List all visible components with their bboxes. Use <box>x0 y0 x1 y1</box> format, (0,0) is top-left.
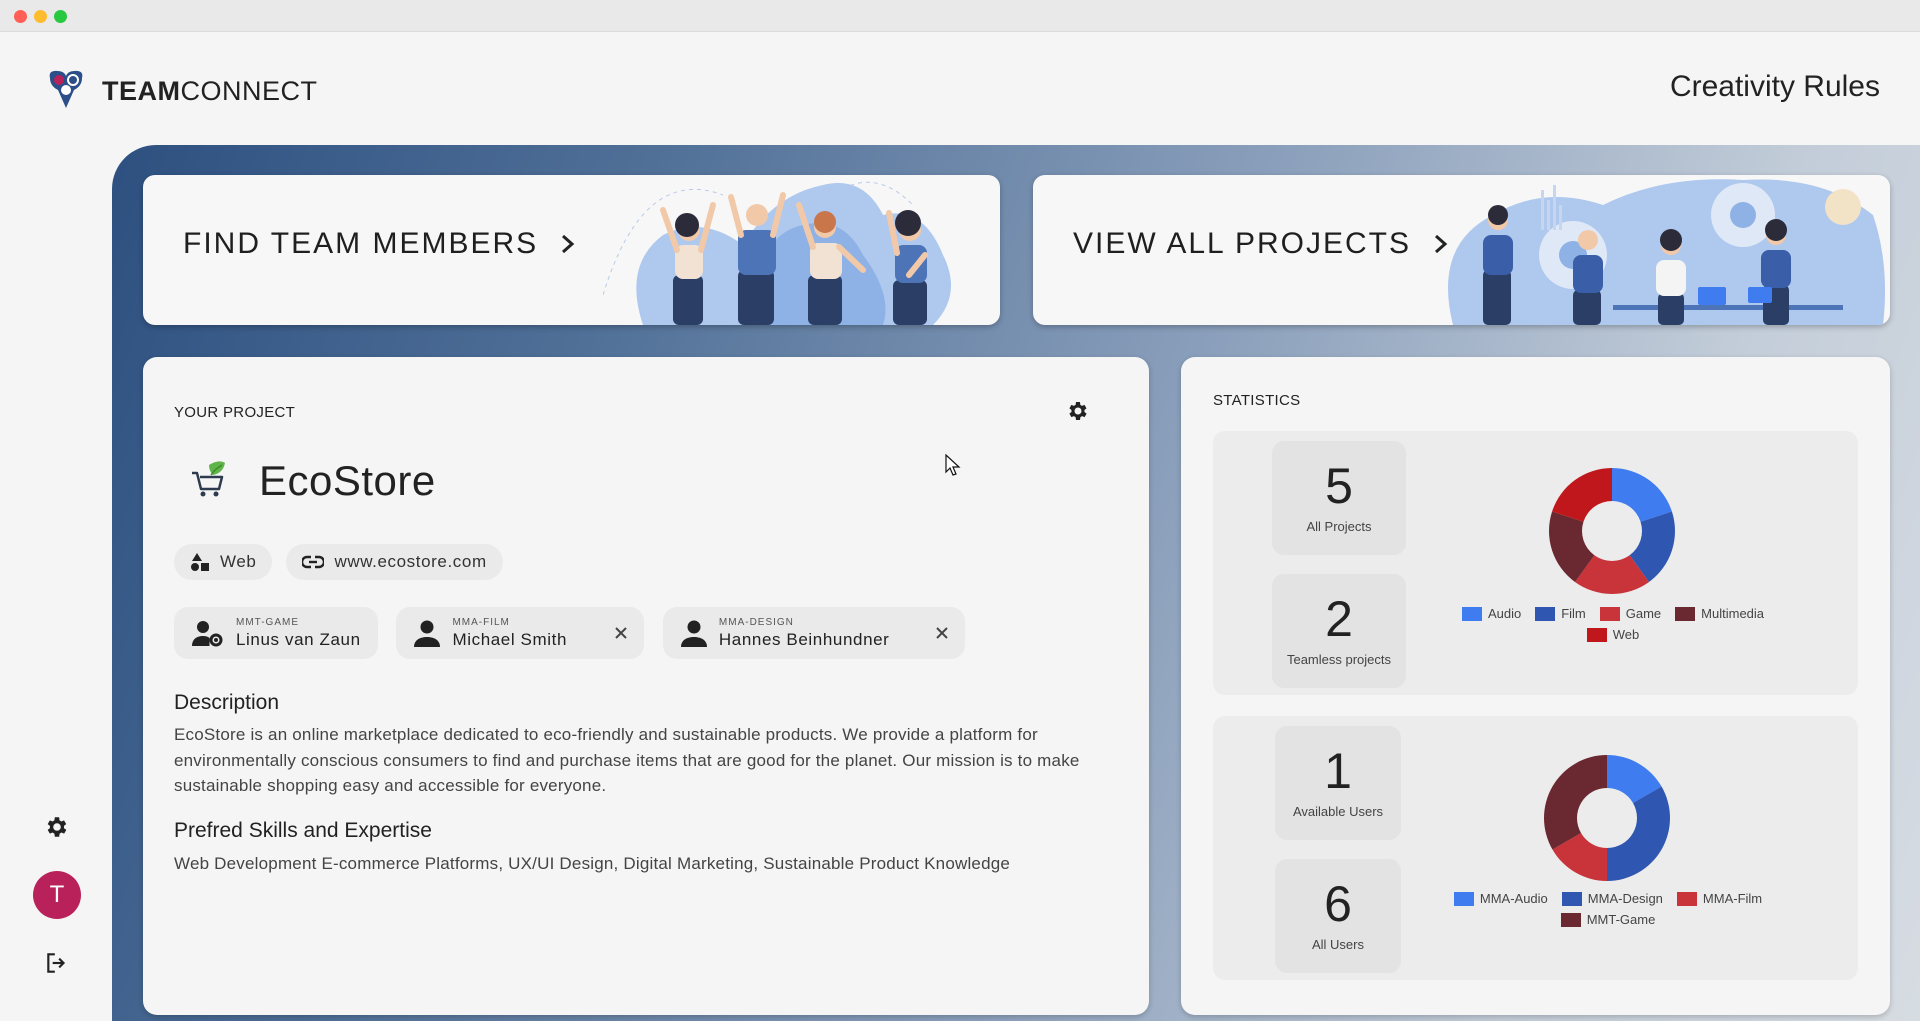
legend-item[interactable]: MMA-Design <box>1561 891 1663 906</box>
settings-button[interactable] <box>32 802 82 852</box>
maximize-window-button[interactable] <box>54 10 67 23</box>
avatar: T <box>33 871 81 919</box>
legend-swatch <box>1453 891 1474 906</box>
window-titlebar <box>0 0 1920 32</box>
member-chip: MMA-DESIGN Hannes Beinhundner <box>662 607 965 659</box>
skills-heading: Prefred Skills and Expertise <box>174 819 432 842</box>
project-settings-button[interactable] <box>1066 399 1092 425</box>
legend-item[interactable]: Multimedia <box>1675 606 1764 621</box>
legend-label: Web <box>1612 627 1640 642</box>
team-working-illustration <box>1448 179 1886 325</box>
users-stats-panel: 1 Available Users 6 All Users MMA-Audio M… <box>1213 716 1858 980</box>
gear-icon <box>47 817 67 837</box>
legend-label: Film <box>1561 606 1586 621</box>
category-chip: Web <box>174 544 273 580</box>
donut-slice-mma-design[interactable] <box>1607 786 1670 882</box>
all-users-stat: 6 All Users <box>1275 859 1401 973</box>
your-project-card: YOUR PROJECT EcoStore Web www.ecostore.c… <box>143 357 1149 1015</box>
team-members: MMT-GAME Linus van Zaun MMA-FILM Michael S… <box>174 607 979 659</box>
find-team-members-banner[interactable]: FIND TEAM MEMBERS <box>143 175 1000 325</box>
legend-swatch <box>1561 891 1582 906</box>
close-window-button[interactable] <box>14 10 27 23</box>
legend-label: Game <box>1625 606 1662 621</box>
legend-item[interactable]: Audio <box>1461 606 1522 621</box>
link-icon <box>302 555 325 569</box>
users-donut-chart <box>1544 755 1670 882</box>
legend-swatch <box>1586 627 1607 642</box>
app-brand-name: TEAMCONNECT <box>102 76 318 106</box>
teamconnect-logo-icon <box>44 68 88 115</box>
logout-button[interactable] <box>32 938 82 988</box>
eco-cart-icon <box>189 459 229 504</box>
person-icon <box>414 620 441 647</box>
team-celebration-illustration <box>603 181 951 325</box>
legend-item[interactable]: Web <box>1586 627 1640 642</box>
teamless-projects-stat: 2 Teamless projects <box>1272 574 1406 688</box>
gear-icon <box>1069 402 1087 420</box>
minimize-window-button[interactable] <box>34 10 47 23</box>
legend-label: Audio <box>1487 606 1522 621</box>
banner-label: VIEW ALL PROJECTS <box>1073 227 1411 260</box>
app-logo[interactable]: TEAMCONNECT <box>44 68 318 115</box>
donut-slice-mmt-game[interactable] <box>1544 755 1607 850</box>
projects-chart-legend: Audio Film Game Multimedia Web <box>1458 606 1768 642</box>
legend-item[interactable]: Film <box>1535 606 1586 621</box>
app: TEAMCONNECT Creativity Rules T FIND TEAM… <box>0 32 1920 1021</box>
website-chip[interactable]: www.ecostore.com <box>286 544 503 580</box>
project-name: EcoStore <box>259 457 436 504</box>
legend-label: Multimedia <box>1701 606 1765 621</box>
banner-label: FIND TEAM MEMBERS <box>183 227 539 260</box>
member-chip: MMT-GAME Linus van Zaun <box>174 607 378 659</box>
legend-item[interactable]: MMT-Game <box>1560 912 1656 927</box>
legend-label: MMA-Design <box>1587 891 1663 906</box>
legend-swatch <box>1461 606 1482 621</box>
member-chip: MMA-FILM Michael Smith <box>396 607 645 659</box>
close-icon[interactable] <box>935 626 949 640</box>
description-heading: Description <box>174 691 280 714</box>
statistics-card: STATISTICS 5 All Projects 2 Teamless pro… <box>1181 357 1890 1015</box>
legend-swatch <box>1535 606 1556 621</box>
chevron-right-icon <box>562 234 575 254</box>
app-tagline: Creativity Rules <box>1669 70 1880 103</box>
legend-swatch <box>1675 606 1696 621</box>
section-label: YOUR PROJECT <box>174 404 296 421</box>
donut-slice-web[interactable] <box>1552 468 1612 522</box>
project-header: EcoStore <box>189 457 436 505</box>
legend-item[interactable]: MMA-Audio <box>1453 891 1548 906</box>
close-icon[interactable] <box>614 626 628 640</box>
main-content: FIND TEAM MEMBERS VIEW ALL PROJECTS YOUR… <box>112 145 1920 1021</box>
logout-icon <box>47 953 66 973</box>
user-avatar-button[interactable]: T <box>32 870 82 920</box>
user-gear-icon <box>192 621 223 647</box>
project-skills: Web Development E-commerce Platforms, UX… <box>174 854 1011 873</box>
available-users-stat: 1 Available Users <box>1275 726 1401 840</box>
legend-label: MMA-Film <box>1702 891 1763 906</box>
view-all-projects-banner[interactable]: VIEW ALL PROJECTS <box>1033 175 1890 325</box>
users-chart-legend: MMA-Audio MMA-Design MMA-Film MMT-Game <box>1448 891 1768 927</box>
legend-swatch <box>1599 606 1620 621</box>
project-tags: Web www.ecostore.com <box>174 544 503 580</box>
legend-label: MMT-Game <box>1586 912 1656 927</box>
projects-donut-chart <box>1549 468 1675 594</box>
section-label: STATISTICS <box>1213 392 1301 409</box>
donut-slice-audio[interactable] <box>1612 468 1672 522</box>
legend-label: MMA-Audio <box>1479 891 1548 906</box>
legend-swatch <box>1676 891 1697 906</box>
all-projects-stat: 5 All Projects <box>1272 441 1406 555</box>
legend-swatch <box>1560 912 1581 927</box>
legend-item[interactable]: MMA-Film <box>1676 891 1763 906</box>
project-description: EcoStore is an online marketplace dedica… <box>174 725 1080 795</box>
projects-stats-panel: 5 All Projects 2 Teamless projects Audio… <box>1213 431 1858 695</box>
shapes-icon <box>191 553 209 571</box>
mouse-cursor <box>945 454 961 476</box>
person-icon <box>680 620 707 647</box>
sidebar: T <box>32 802 82 1006</box>
legend-item[interactable]: Game <box>1599 606 1662 621</box>
